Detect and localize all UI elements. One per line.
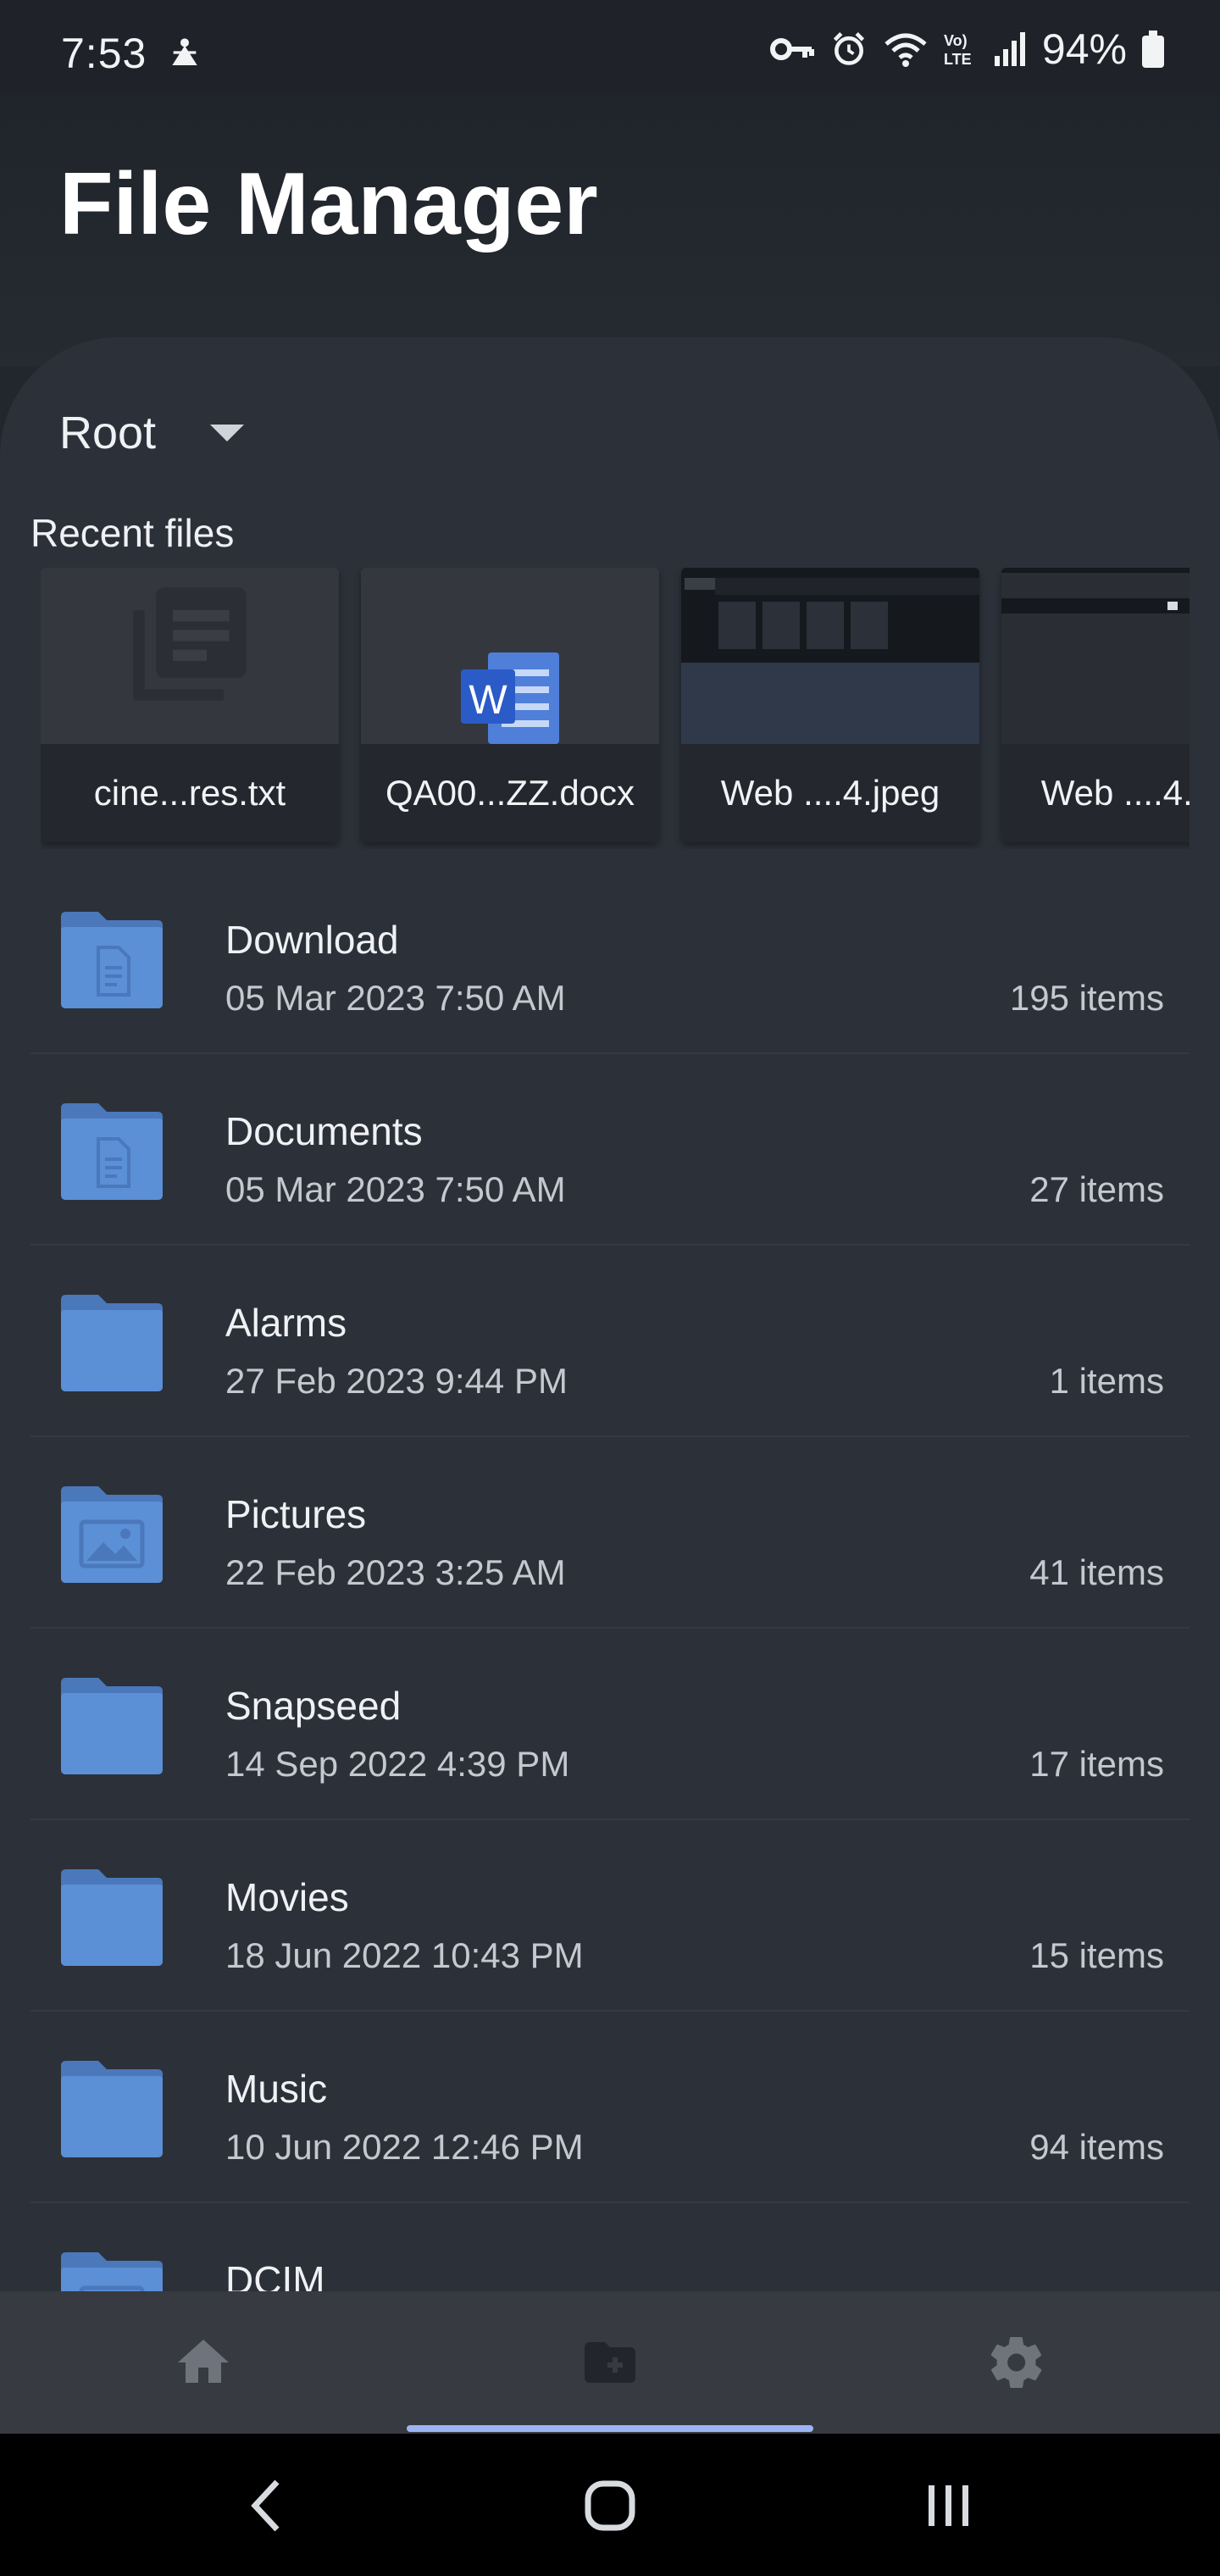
home-icon [178, 2340, 229, 2383]
recent-file-card[interactable]: W QA00...ZZ.docx [361, 568, 659, 842]
folder-name: Download [225, 918, 399, 962]
folder-item-count: 17 items [1029, 1744, 1164, 1784]
folder-date: 22 Feb 2023 3:25 AM [225, 1552, 566, 1592]
content-sheet: Root Recent files cine...res.txt W QA00.… [0, 337, 1220, 2291]
list-item[interactable]: Download 05 Mar 2023 7:50 AM 195 items [30, 863, 1190, 1054]
list-item[interactable]: Pictures 22 Feb 2023 3:25 AM 41 items [30, 1437, 1190, 1629]
recent-file-name: QA00...ZZ.docx [361, 744, 659, 842]
status-bar: 7:53 Vo) LTE 94% [0, 0, 1220, 95]
image-thumbnail [681, 568, 979, 744]
recent-file-thumbnail: W [361, 568, 659, 744]
location-label: Root [59, 408, 157, 458]
status-icons: Vo) LTE 94% [769, 25, 1164, 73]
folder-image-icon [61, 2252, 163, 2291]
recent-file-card[interactable]: Web ....4.jpeg [681, 568, 979, 842]
recent-file-thumbnail [41, 568, 339, 744]
folder-item-count: 94 items [1029, 2127, 1164, 2167]
page-title: File Manager [59, 155, 598, 253]
recent-files-heading: Recent files [30, 511, 235, 555]
bottom-navigation [0, 2291, 1220, 2434]
word-document-icon: W [461, 652, 559, 744]
recents-icon [929, 2485, 968, 2526]
location-dropdown[interactable]: Root [59, 407, 245, 459]
vpn-key-icon [769, 38, 814, 60]
folder-document-icon [61, 1103, 163, 1200]
folder-date: 05 Mar 2023 7:50 AM [225, 978, 566, 1018]
system-navigation-bar [0, 2434, 1220, 2576]
folder-item-count: 41 items [1029, 1552, 1164, 1592]
dropdown-caret-icon [210, 425, 245, 441]
system-recents-button[interactable] [915, 2476, 983, 2535]
folder-date: 14 Sep 2022 4:39 PM [225, 1744, 570, 1784]
folder-icon [61, 1869, 163, 1966]
text-document-icon [133, 587, 247, 701]
nav-create-folder-button[interactable] [407, 2291, 813, 2434]
folder-item-count: 15 items [1029, 1935, 1164, 1975]
recent-file-name: Web ....4.jpeg [681, 744, 979, 842]
back-icon [251, 2479, 280, 2532]
folder-date: 10 Jun 2022 12:46 PM [225, 2127, 584, 2167]
folder-icon [61, 1295, 163, 1391]
folder-icon [61, 1678, 163, 1774]
list-item[interactable]: DCIM [30, 2203, 1190, 2291]
folder-date: 27 Feb 2023 9:44 PM [225, 1361, 568, 1401]
list-item[interactable]: Alarms 27 Feb 2023 9:44 PM 1 items [30, 1246, 1190, 1437]
folder-name: Alarms [225, 1301, 347, 1345]
home-circle-icon [585, 2480, 635, 2531]
folder-item-count: 1 items [1049, 1361, 1164, 1401]
svg-text:LTE: LTE [944, 51, 972, 68]
nav-home-button[interactable] [0, 2291, 407, 2434]
alarm-icon [833, 32, 865, 65]
folder-name: Music [225, 2067, 328, 2111]
folder-name: Snapseed [225, 1684, 402, 1728]
create-folder-icon [585, 2342, 635, 2383]
system-back-button[interactable] [237, 2476, 297, 2535]
image-thumbnail [1001, 568, 1190, 744]
list-item[interactable]: Snapseed 14 Sep 2022 4:39 PM 17 items [30, 1629, 1190, 1820]
wifi-icon [884, 33, 927, 67]
recent-file-name: cine...res.txt [41, 744, 339, 842]
accessibility-icon [172, 38, 197, 65]
signal-icon [994, 32, 1025, 66]
folder-name: DCIM [225, 2258, 325, 2291]
folder-image-icon [61, 1486, 163, 1583]
folder-list: Download 05 Mar 2023 7:50 AM 195 items D… [30, 863, 1190, 2291]
list-item[interactable]: Movies 18 Jun 2022 10:43 PM 15 items [30, 1820, 1190, 2012]
recent-file-name: Web ....4.jpeg [1001, 744, 1190, 842]
settings-icon [990, 2337, 1042, 2388]
recent-files-carousel[interactable]: cine...res.txt W QA00...ZZ.docx Web ....… [41, 568, 1190, 849]
folder-item-count: 195 items [1009, 978, 1164, 1018]
system-home-button[interactable] [576, 2476, 644, 2535]
battery-icon [1142, 31, 1164, 68]
status-time: 7:53 [61, 30, 147, 77]
battery-percentage: 94% [1041, 25, 1127, 73]
folder-icon [61, 2061, 163, 2157]
list-item[interactable]: Documents 05 Mar 2023 7:50 AM 27 items [30, 1054, 1190, 1246]
svg-text:Vo): Vo) [944, 32, 968, 49]
recent-file-card[interactable]: cine...res.txt [41, 568, 339, 842]
volte-icon: Vo) LTE [944, 32, 972, 68]
active-tab-indicator [407, 2425, 813, 2432]
list-item[interactable]: Music 10 Jun 2022 12:46 PM 94 items [30, 2012, 1190, 2203]
nav-settings-button[interactable] [813, 2291, 1220, 2434]
svg-text:W: W [469, 678, 507, 723]
folder-name: Pictures [225, 1492, 367, 1536]
app-header: File Manager [0, 95, 1220, 366]
folder-document-icon [61, 912, 163, 1008]
folder-name: Documents [225, 1109, 423, 1153]
folder-date: 18 Jun 2022 10:43 PM [225, 1935, 584, 1975]
folder-name: Movies [225, 1875, 349, 1919]
folder-date: 05 Mar 2023 7:50 AM [225, 1169, 566, 1209]
folder-item-count: 27 items [1029, 1169, 1164, 1209]
recent-file-card[interactable]: Web ....4.jpeg [1001, 568, 1190, 842]
